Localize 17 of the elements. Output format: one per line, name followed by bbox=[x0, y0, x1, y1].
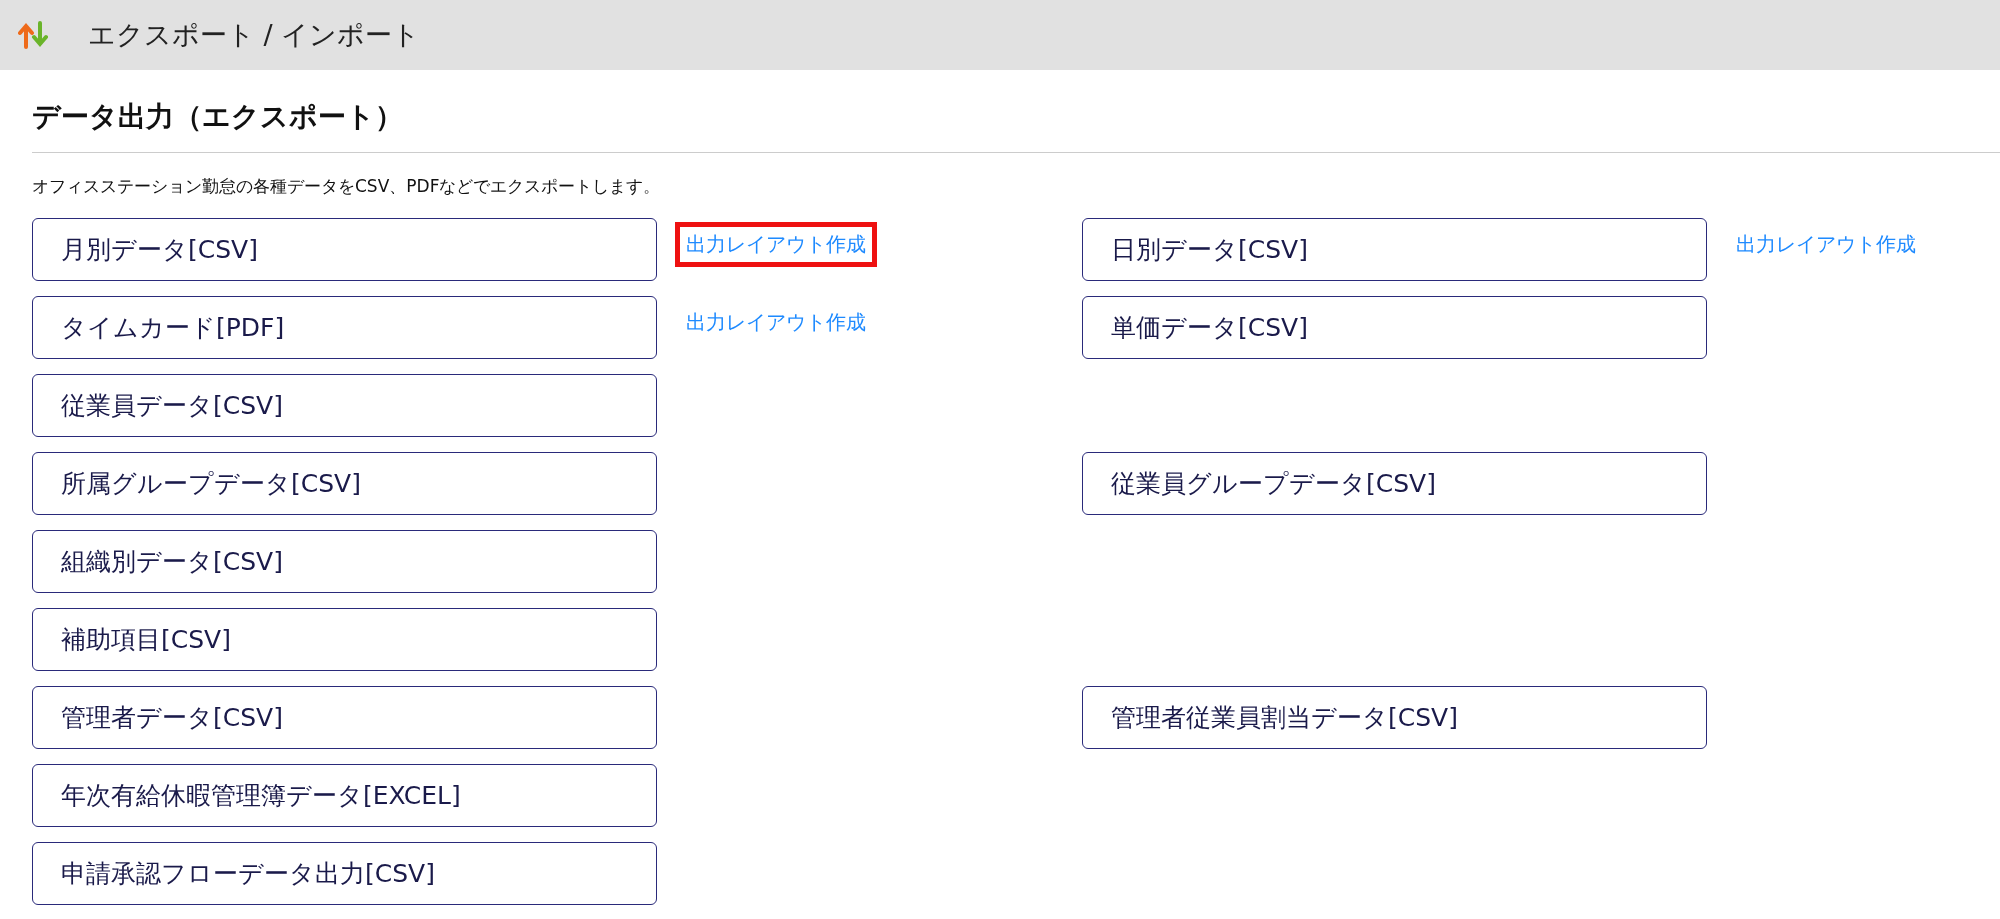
export-button[interactable]: 従業員データ[CSV] bbox=[32, 374, 657, 437]
export-button[interactable]: 管理者データ[CSV] bbox=[32, 686, 657, 749]
export-button[interactable]: 年次有給休暇管理簿データ[EXCEL] bbox=[32, 764, 657, 827]
export-button[interactable]: 組織別データ[CSV] bbox=[32, 530, 657, 593]
export-button[interactable]: 申請承認フローデータ出力[CSV] bbox=[32, 842, 657, 905]
export-button[interactable]: 補助項目[CSV] bbox=[32, 608, 657, 671]
export-button[interactable]: タイムカード[PDF] bbox=[32, 296, 657, 359]
page-heading: データ出力（エクスポート） bbox=[32, 98, 2000, 153]
export-button[interactable]: 単価データ[CSV] bbox=[1082, 296, 1707, 359]
export-button[interactable]: 従業員グループデータ[CSV] bbox=[1082, 452, 1707, 515]
export-button[interactable]: 所属グループデータ[CSV] bbox=[32, 452, 657, 515]
export-button[interactable]: 日別データ[CSV] bbox=[1082, 218, 1707, 281]
up-down-arrows-icon bbox=[18, 21, 48, 49]
export-button[interactable]: 管理者従業員割当データ[CSV] bbox=[1082, 686, 1707, 749]
export-button[interactable]: 月別データ[CSV] bbox=[32, 218, 657, 281]
header-title: エクスポート / インポート bbox=[88, 18, 421, 52]
page-description: オフィスステーション勤怠の各種データをCSV、PDFなどでエクスポートします。 bbox=[32, 175, 662, 198]
